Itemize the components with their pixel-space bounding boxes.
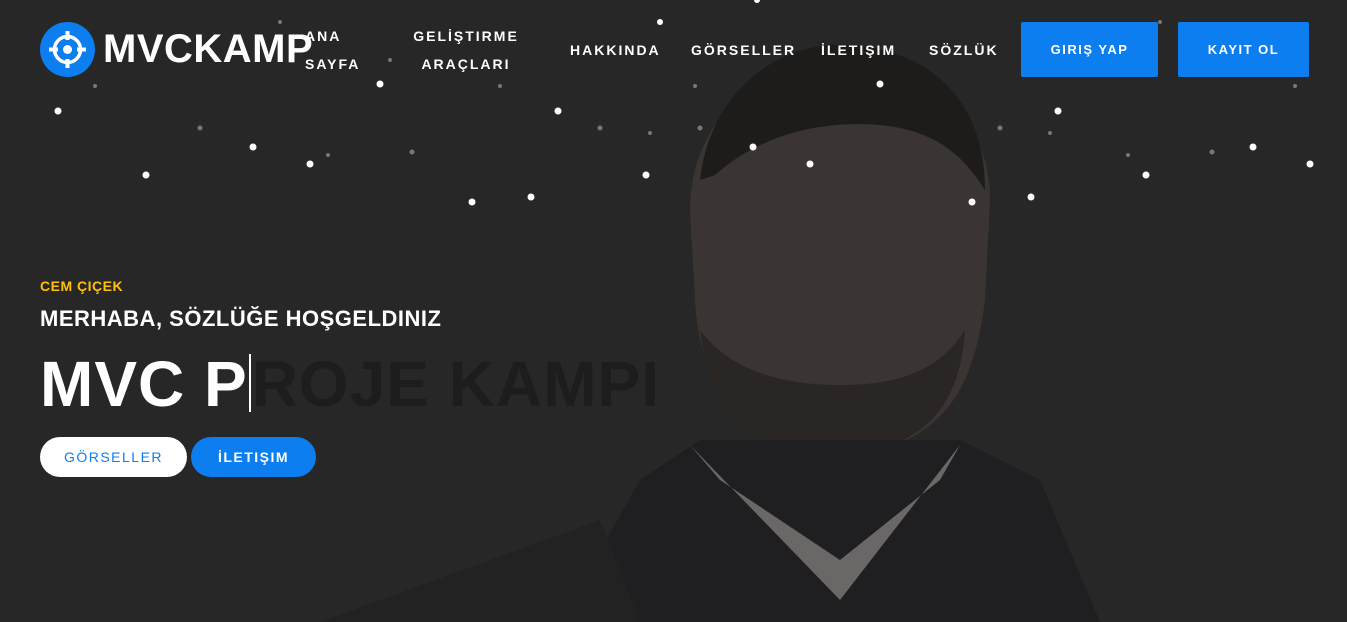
contact-button[interactable]: İLETIŞIM <box>191 437 316 477</box>
nav-dev-line1: GELİŞTIRME <box>413 28 519 44</box>
gallery-button[interactable]: GÖRSELLER <box>40 437 187 477</box>
hero-welcome-text: MERHABA, SÖZLÜĞE HOŞGELDINIZ <box>40 306 442 331</box>
typing-caret <box>248 354 251 412</box>
brand-logo[interactable]: MVCKAMP <box>40 22 313 77</box>
headline-remaining-text: ROJE KAMPI <box>251 348 660 420</box>
nav-contact[interactable]: İLETIŞIM <box>821 36 896 64</box>
nav-gallery[interactable]: GÖRSELLER <box>691 36 796 64</box>
nav-dev-line2: ARAÇLARI <box>421 56 511 72</box>
hero-headline: MVC PROJE KAMPI <box>40 346 660 422</box>
nav-dictionary[interactable]: SÖZLÜK <box>929 36 999 64</box>
register-button[interactable]: KAYIT OL <box>1178 22 1309 77</box>
headline-typed-text: MVC P <box>40 348 248 420</box>
brand-name: MVCKAMP <box>103 27 314 71</box>
login-button[interactable]: GIRIŞ YAP <box>1021 22 1158 77</box>
nav-about[interactable]: HAKKINDA <box>570 36 661 64</box>
crosshair-icon <box>40 22 95 77</box>
hero-author-name: CEM ÇIÇEK <box>40 278 124 294</box>
nav-home-line2: SAYFA <box>305 56 361 72</box>
nav-dev-tools[interactable]: GELİŞTIRME ARAÇLARI <box>410 22 522 78</box>
nav-home[interactable]: ANA SAYFA <box>305 22 360 78</box>
nav-home-line1: ANA <box>305 28 342 44</box>
